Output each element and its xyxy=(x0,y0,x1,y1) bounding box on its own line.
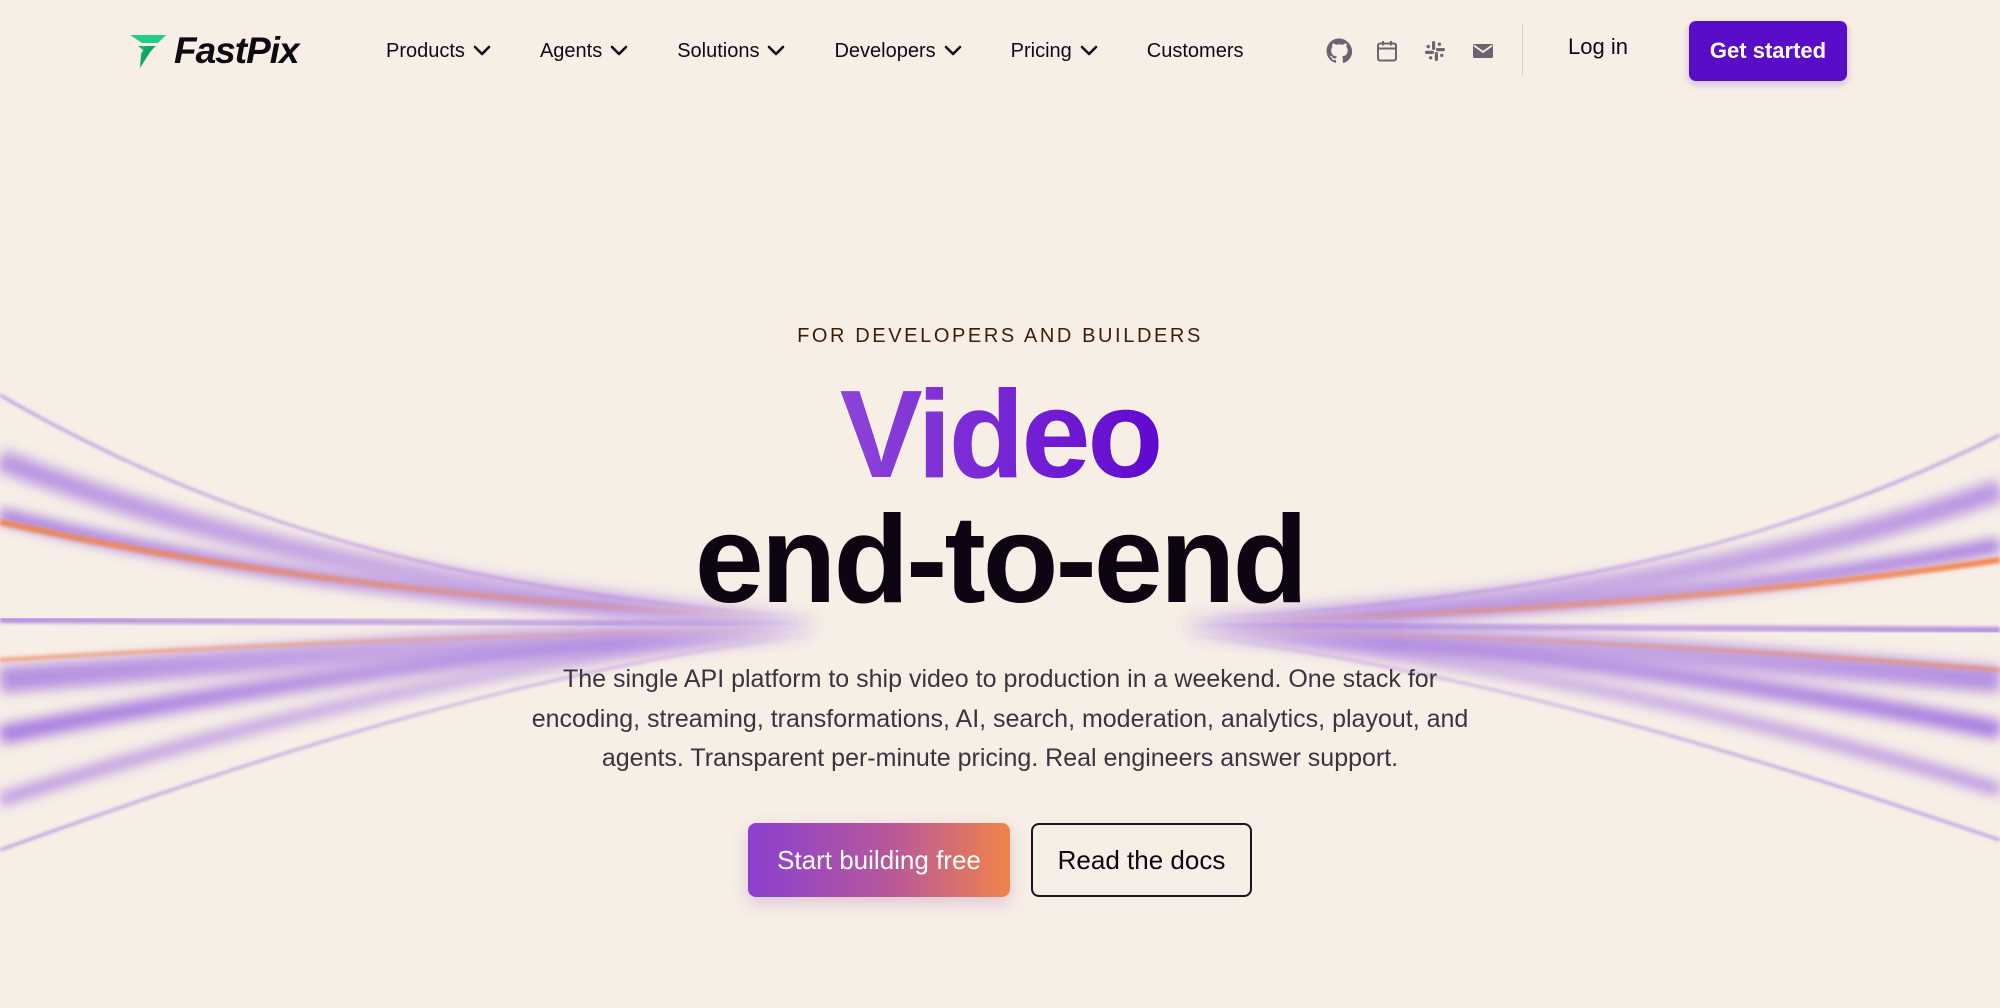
main-nav: Products Agents Solutions Developers Pri… xyxy=(386,30,1244,72)
login-link[interactable]: Log in xyxy=(1568,34,1628,60)
header-divider xyxy=(1522,24,1523,76)
nav-item-solutions[interactable]: Solutions xyxy=(677,40,785,63)
hero-eyebrow: FOR DEVELOPERS AND BUILDERS xyxy=(797,325,1203,347)
nav-item-label: Solutions xyxy=(677,39,760,62)
hero-title-line2: end-to-end xyxy=(694,491,1309,629)
start-building-free-button[interactable]: Start building free xyxy=(748,823,1010,897)
hero-description: The single API platform to ship video to… xyxy=(531,665,1469,772)
hero-title-line1: Video xyxy=(0,370,2000,500)
nav-item-label: Products xyxy=(386,39,465,62)
nav-item-label: Developers xyxy=(834,39,936,62)
social-links xyxy=(1326,36,1496,66)
chevron-down-icon xyxy=(768,45,785,56)
hero-title-highlight: Video xyxy=(839,366,1163,504)
chevron-down-icon xyxy=(1080,45,1098,56)
chevron-down-icon xyxy=(610,45,628,56)
nav-item-developers[interactable]: Developers xyxy=(834,40,961,63)
nav-item-products[interactable]: Products xyxy=(386,40,491,63)
mail-icon[interactable] xyxy=(1470,38,1496,64)
nav-item-pricing[interactable]: Pricing xyxy=(1011,40,1098,63)
brand-logo[interactable]: FastPix xyxy=(128,28,300,74)
nav-item-agents[interactable]: Agents xyxy=(540,40,628,63)
nav-item-label: Pricing xyxy=(1010,39,1072,62)
nav-item-label: Agents xyxy=(539,39,603,62)
fastpix-logo-icon xyxy=(130,35,166,68)
nav-item-label: Customers xyxy=(1146,39,1244,62)
read-the-docs-button[interactable]: Read the docs xyxy=(1031,823,1252,897)
chevron-down-icon xyxy=(944,45,961,56)
nav-item-customers[interactable]: Customers xyxy=(1147,40,1244,63)
slack-icon[interactable] xyxy=(1422,38,1448,64)
brand-name: FastPix xyxy=(174,30,300,71)
github-icon[interactable] xyxy=(1326,38,1352,64)
get-started-button[interactable]: Get started xyxy=(1689,21,1847,81)
chevron-down-icon xyxy=(473,45,491,56)
calendar-icon[interactable] xyxy=(1374,38,1400,64)
site-header: FastPix Products Agents Solutions Develo… xyxy=(0,0,2000,102)
